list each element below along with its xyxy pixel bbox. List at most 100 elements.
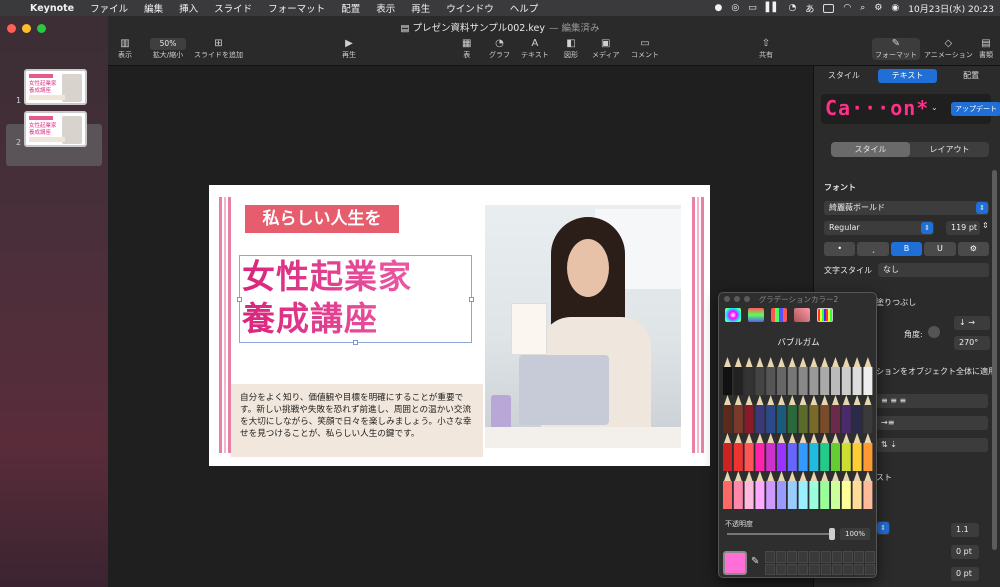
crayon[interactable] [744, 433, 754, 471]
menu-window[interactable]: ウインドウ [438, 1, 502, 15]
crayon[interactable] [863, 471, 873, 509]
crayon[interactable] [777, 395, 786, 433]
empty-swatch[interactable] [776, 551, 787, 563]
zoom-value[interactable]: 50% [150, 38, 186, 50]
tab-arrange[interactable]: 配置 [941, 69, 1000, 83]
crayon[interactable] [777, 433, 786, 471]
format-button[interactable]: ✎ フォーマット [872, 38, 920, 60]
ime-indicator[interactable]: あ [805, 2, 814, 15]
crayon[interactable] [809, 395, 819, 433]
alignment-buttons[interactable]: ≡ ≡ ≡ [876, 394, 988, 408]
color-wheel-icon[interactable] [725, 308, 741, 322]
crayon[interactable] [733, 433, 743, 471]
comment-button[interactable]: ▭ コメント [631, 38, 659, 60]
crayon[interactable] [787, 433, 797, 471]
close-window-icon[interactable] [7, 24, 16, 33]
wifi-icon[interactable]: ◠ [843, 3, 851, 13]
animate-button[interactable]: ◇ アニメーション [924, 38, 973, 60]
crayon[interactable] [723, 395, 732, 433]
crayon[interactable] [841, 395, 851, 433]
empty-swatch[interactable] [820, 551, 831, 563]
angle-field[interactable]: 270° [954, 336, 990, 350]
opacity-value[interactable]: 100% [840, 528, 870, 540]
bold-button[interactable]: B [890, 242, 923, 256]
crayon[interactable] [755, 433, 765, 471]
menu-insert[interactable]: 挿入 [171, 1, 206, 15]
empty-swatch[interactable] [864, 563, 875, 575]
crayon[interactable] [787, 357, 797, 395]
body-text-box[interactable]: 自分をよく知り、価値観や目標を明確にすることが重要です。新しい挑戦や失敗を恐れず… [231, 384, 483, 457]
crayon[interactable] [733, 357, 743, 395]
crayon[interactable] [863, 357, 873, 395]
font-size-field[interactable]: 119 pt [946, 221, 980, 235]
resize-handle[interactable] [469, 297, 474, 302]
line-spacing-field[interactable]: 1.1 [951, 523, 979, 537]
image-palette-icon[interactable] [794, 308, 810, 322]
crayon[interactable] [841, 433, 851, 471]
palettes-icon[interactable] [771, 308, 787, 322]
crayon-picker[interactable] [722, 355, 875, 513]
timer-icon[interactable]: ◔ [789, 3, 797, 13]
tab-style[interactable]: スタイル [814, 69, 874, 83]
empty-swatch[interactable] [787, 563, 798, 575]
empty-swatch[interactable] [842, 551, 853, 563]
crayon[interactable] [852, 357, 862, 395]
spacing-after-field[interactable]: 0 pt [951, 567, 979, 581]
crayon[interactable] [733, 471, 743, 509]
paragraph-style-selector[interactable]: Ca···on* ⌄ アップデート [821, 94, 1000, 124]
crayon[interactable] [777, 471, 786, 509]
crayon[interactable] [852, 471, 862, 509]
menu-view[interactable]: 表示 [368, 1, 403, 15]
play-button[interactable]: ▶ 再生 [342, 38, 356, 60]
char-style-select[interactable]: なし [878, 263, 989, 277]
crayon[interactable] [723, 357, 732, 395]
vertical-align-buttons[interactable]: ⇅ ⇣ [876, 438, 988, 452]
crayon[interactable] [841, 471, 851, 509]
slide-thumbnail[interactable]: 女性起業家 養成講座 [24, 69, 87, 105]
crayon[interactable] [852, 395, 862, 433]
bullet-button[interactable]: • [824, 242, 856, 256]
empty-swatch[interactable] [809, 563, 820, 575]
crayon[interactable] [798, 471, 808, 509]
hyphen-button[interactable]: ˏ [857, 242, 889, 256]
crayon[interactable] [798, 357, 808, 395]
empty-swatch[interactable] [776, 563, 787, 575]
crayon[interactable] [831, 395, 840, 433]
menu-help[interactable]: ヘルプ [502, 1, 547, 15]
segment-style[interactable]: スタイル [831, 142, 910, 157]
crayon[interactable] [863, 433, 873, 471]
empty-swatch[interactable] [831, 563, 842, 575]
crayon[interactable] [766, 471, 776, 509]
menu-format[interactable]: フォーマット [260, 1, 333, 15]
crayon[interactable] [766, 357, 776, 395]
share-button[interactable]: ⇧ 共有 [759, 38, 773, 60]
opacity-slider[interactable] [727, 533, 831, 535]
document-button[interactable]: ▤ 書類 [979, 38, 993, 60]
slide-title[interactable]: 女性起業家 養成講座 [239, 255, 472, 343]
shape-button[interactable]: ◧ 図形 [564, 38, 578, 60]
clock[interactable]: 10月23日(水) 20:23 [908, 2, 994, 15]
crayon[interactable] [787, 471, 797, 509]
search-icon[interactable]: ⌕ [860, 3, 865, 13]
resize-handle[interactable] [237, 297, 242, 302]
crayon[interactable] [766, 433, 776, 471]
inspector-scrollbar[interactable] [992, 170, 997, 550]
resize-handle[interactable] [353, 340, 358, 345]
empty-swatch[interactable] [820, 563, 831, 575]
zoom-button[interactable]: 50% 拡大/縮小 [150, 38, 186, 60]
apply-to-object-label[interactable]: ションをオブジェクト全体に適用 [876, 366, 996, 377]
woman-photo[interactable] [485, 205, 681, 448]
chart-button[interactable]: ◔ グラフ [489, 38, 510, 60]
empty-swatch[interactable] [787, 551, 798, 563]
crayon[interactable] [831, 357, 840, 395]
slide-thumbnail[interactable]: 女性起業家 養成講座 [24, 111, 87, 147]
media-button[interactable]: ▣ メディア [592, 38, 620, 60]
crayon[interactable] [777, 357, 786, 395]
empty-swatch[interactable] [864, 551, 875, 563]
battery-icon[interactable] [823, 3, 835, 13]
spacing-before-field[interactable]: 0 pt [951, 545, 979, 559]
empty-swatch[interactable] [853, 563, 864, 575]
empty-swatch[interactable] [765, 563, 776, 575]
menu-file[interactable]: ファイル [82, 1, 136, 15]
text-button[interactable]: A テキスト [521, 38, 549, 60]
